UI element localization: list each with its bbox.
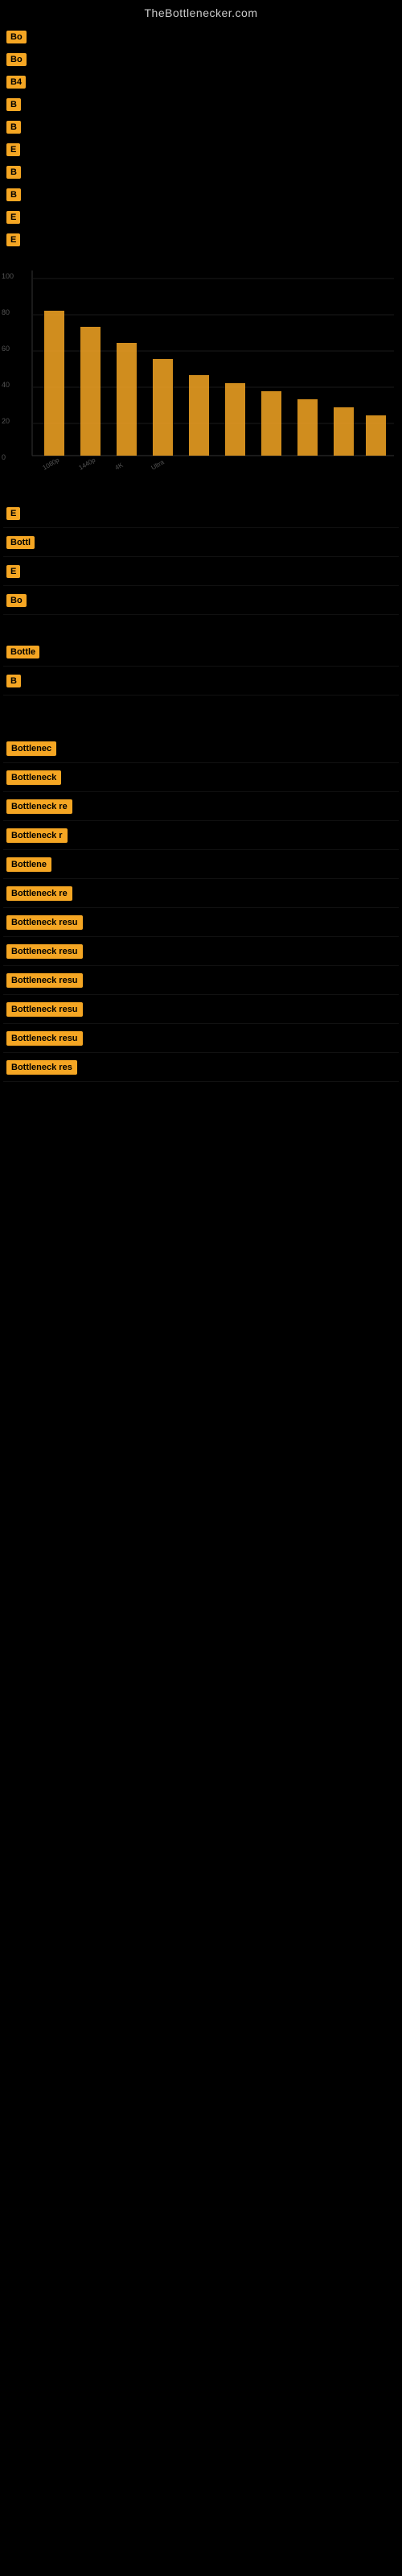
mid-row-1: E xyxy=(3,499,399,528)
site-title: TheBottlenecker.com xyxy=(0,0,402,23)
lower-row-2: B xyxy=(3,667,399,696)
top-row-2: Bo xyxy=(3,48,399,71)
result-badge-11[interactable]: Bottleneck resu xyxy=(6,1031,83,1046)
divider-2 xyxy=(0,699,402,731)
badge-b4[interactable]: B xyxy=(6,98,21,111)
mid-badge-3[interactable]: E xyxy=(6,565,20,578)
result-badge-5[interactable]: Bottlene xyxy=(6,857,51,872)
result-row-5: Bottlene xyxy=(3,850,399,879)
result-badge-6[interactable]: Bottleneck re xyxy=(6,886,72,901)
result-row-9: Bottleneck resu xyxy=(3,966,399,995)
result-badge-1[interactable]: Bottlenec xyxy=(6,741,56,756)
svg-text:100: 100 xyxy=(2,272,14,280)
lower-badge-2[interactable]: B xyxy=(6,675,21,687)
svg-text:4K: 4K xyxy=(114,461,125,472)
result-badge-9[interactable]: Bottleneck resu xyxy=(6,973,83,988)
result-row-3: Bottleneck re xyxy=(3,792,399,821)
result-row-1: Bottlenec xyxy=(3,734,399,763)
results-section: Bottlenec Bottleneck Bottleneck re Bottl… xyxy=(0,731,402,1085)
top-row-9: E xyxy=(3,206,399,229)
badge-b6[interactable]: E xyxy=(6,143,20,156)
lower-section: Bottle B xyxy=(0,634,402,699)
result-badge-3[interactable]: Bottleneck re xyxy=(6,799,72,814)
top-row-7: B xyxy=(3,161,399,184)
svg-text:80: 80 xyxy=(2,308,10,316)
result-row-4: Bottleneck r xyxy=(3,821,399,850)
top-row-10: E xyxy=(3,229,399,251)
result-row-6: Bottleneck re xyxy=(3,879,399,908)
top-row-3: B4 xyxy=(3,71,399,93)
divider-1 xyxy=(0,618,402,634)
top-row-1: Bo xyxy=(3,26,399,48)
badge-b10[interactable]: E xyxy=(6,233,20,246)
badge-b8[interactable]: B xyxy=(6,188,21,201)
top-row-8: B xyxy=(3,184,399,206)
mid-badge-1[interactable]: E xyxy=(6,507,20,520)
result-row-8: Bottleneck resu xyxy=(3,937,399,966)
badge-b7[interactable]: B xyxy=(6,166,21,179)
badge-b2[interactable]: Bo xyxy=(6,53,27,66)
svg-text:1440p: 1440p xyxy=(78,456,97,472)
svg-text:1080p: 1080p xyxy=(42,456,61,472)
top-row-5: B xyxy=(3,116,399,138)
result-row-12: Bottleneck res xyxy=(3,1053,399,1082)
top-badges-section: Bo Bo B4 B B E B B E E xyxy=(0,23,402,254)
result-badge-12[interactable]: Bottleneck res xyxy=(6,1060,77,1075)
badge-b1[interactable]: Bo xyxy=(6,31,27,43)
result-row-7: Bottleneck resu xyxy=(3,908,399,937)
badge-b9[interactable]: E xyxy=(6,211,20,224)
mid-badge-2[interactable]: Bottl xyxy=(6,536,35,549)
mid-section: E Bottl E Bo xyxy=(0,496,402,618)
lower-row-1: Bottle xyxy=(3,638,399,667)
top-row-4: B xyxy=(3,93,399,116)
result-badge-10[interactable]: Bottleneck resu xyxy=(6,1002,83,1017)
mid-row-4: Bo xyxy=(3,586,399,615)
badge-b3[interactable]: B4 xyxy=(6,76,26,89)
svg-text:0: 0 xyxy=(2,453,6,461)
result-badge-4[interactable]: Bottleneck r xyxy=(6,828,68,843)
top-row-6: E xyxy=(3,138,399,161)
svg-text:20: 20 xyxy=(2,417,10,425)
svg-text:Ultra: Ultra xyxy=(150,458,166,472)
lower-badge-1[interactable]: Bottle xyxy=(6,646,39,658)
mid-row-3: E xyxy=(3,557,399,586)
result-badge-7[interactable]: Bottleneck resu xyxy=(6,915,83,930)
svg-text:40: 40 xyxy=(2,381,10,389)
result-badge-8[interactable]: Bottleneck resu xyxy=(6,944,83,959)
result-row-11: Bottleneck resu xyxy=(3,1024,399,1053)
svg-text:60: 60 xyxy=(2,345,10,353)
badge-b5[interactable]: B xyxy=(6,121,21,134)
result-row-10: Bottleneck resu xyxy=(3,995,399,1024)
chart-area: 0 20 40 60 80 100 1080p 1440p 4K Ultra xyxy=(0,262,402,488)
mid-row-2: Bottl xyxy=(3,528,399,557)
result-badge-2[interactable]: Bottleneck xyxy=(6,770,61,785)
result-row-2: Bottleneck xyxy=(3,763,399,792)
mid-badge-4[interactable]: Bo xyxy=(6,594,27,607)
